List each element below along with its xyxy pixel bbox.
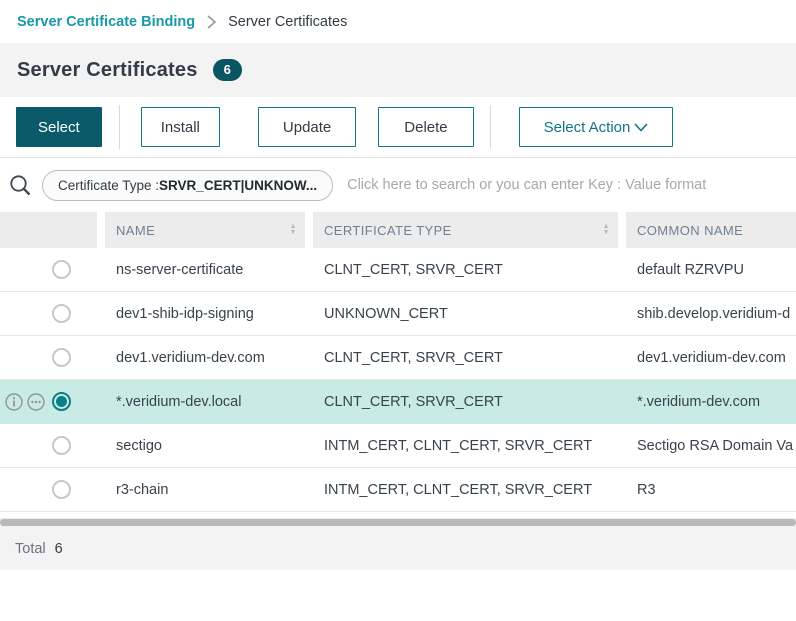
cell-common-name: *.veridium-dev.com bbox=[626, 394, 796, 410]
chevron-right-icon bbox=[206, 15, 217, 29]
table-row[interactable]: *.veridium-dev.local CLNT_CERT, SRVR_CER… bbox=[0, 380, 796, 424]
cell-name: sectigo bbox=[105, 438, 305, 454]
row-select-cell bbox=[0, 248, 97, 292]
select-action-label: Select Action bbox=[544, 119, 631, 136]
cell-name: ns-server-certificate bbox=[105, 262, 305, 278]
count-badge: 6 bbox=[213, 59, 242, 81]
table-row[interactable]: dev1.veridium-dev.com CLNT_CERT, SRVR_CE… bbox=[0, 336, 796, 380]
table-row[interactable]: sectigo INTM_CERT, CLNT_CERT, SRVR_CERT … bbox=[0, 424, 796, 468]
cell-certificate-type: CLNT_CERT, SRVR_CERT bbox=[313, 350, 618, 366]
page-title: Server Certificates bbox=[17, 59, 198, 82]
cell-name: *.veridium-dev.local bbox=[105, 394, 305, 410]
toolbar-divider bbox=[490, 105, 491, 149]
row-select-cell bbox=[0, 468, 97, 512]
title-band: Server Certificates 6 bbox=[0, 43, 796, 97]
cell-common-name: shib.develop.veridium-d bbox=[626, 306, 796, 322]
cell-common-name: R3 bbox=[626, 482, 796, 498]
cell-common-name: dev1.veridium-dev.com bbox=[626, 350, 796, 366]
cell-certificate-type: INTM_CERT, CLNT_CERT, SRVR_CERT bbox=[313, 482, 618, 498]
column-header-name[interactable]: NAME ▲▼ bbox=[105, 212, 305, 248]
cell-certificate-type: CLNT_CERT, SRVR_CERT bbox=[313, 262, 618, 278]
filter-chip-value: SRVR_CERT|UNKNOW... bbox=[159, 178, 317, 193]
search-bar: Certificate Type : SRVR_CERT|UNKNOW... bbox=[0, 158, 796, 212]
select-action-dropdown[interactable]: Select Action bbox=[519, 107, 674, 147]
row-select-cell bbox=[0, 336, 97, 380]
row-select-cell bbox=[0, 292, 97, 336]
table-row[interactable]: r3-chain INTM_CERT, CLNT_CERT, SRVR_CERT… bbox=[0, 468, 796, 512]
breadcrumb-current: Server Certificates bbox=[228, 14, 347, 30]
chevron-down-icon bbox=[634, 123, 648, 132]
toolbar: Select Install Update Delete Select Acti… bbox=[0, 97, 796, 158]
cell-name: dev1.veridium-dev.com bbox=[105, 350, 305, 366]
cell-name: r3-chain bbox=[105, 482, 305, 498]
table-body: ns-server-certificate CLNT_CERT, SRVR_CE… bbox=[0, 248, 796, 512]
column-header-name-label: NAME bbox=[116, 223, 290, 238]
row-select-cell bbox=[0, 424, 97, 468]
table-header: NAME ▲▼ CERTIFICATE TYPE ▲▼ COMMON NAME bbox=[0, 212, 796, 248]
install-button[interactable]: Install bbox=[141, 107, 220, 147]
ellipsis-menu-icon[interactable] bbox=[27, 393, 45, 415]
row-radio[interactable] bbox=[52, 480, 71, 499]
row-radio[interactable] bbox=[52, 304, 71, 323]
column-header-select bbox=[0, 212, 97, 248]
total-value: 6 bbox=[55, 541, 63, 557]
column-header-common-name[interactable]: COMMON NAME bbox=[626, 212, 796, 248]
search-icon bbox=[8, 173, 33, 198]
cell-name: dev1-shib-idp-signing bbox=[105, 306, 305, 322]
toolbar-divider bbox=[119, 105, 120, 149]
row-radio[interactable] bbox=[52, 348, 71, 367]
cell-certificate-type: UNKNOWN_CERT bbox=[313, 306, 618, 322]
filter-chip-label: Certificate Type : bbox=[58, 178, 159, 193]
filter-chip[interactable]: Certificate Type : SRVR_CERT|UNKNOW... bbox=[42, 170, 333, 201]
scrollbar-thumb[interactable] bbox=[0, 519, 796, 526]
total-label: Total bbox=[15, 541, 46, 557]
row-radio[interactable] bbox=[52, 436, 71, 455]
search-input[interactable] bbox=[347, 177, 796, 193]
cell-common-name: Sectigo RSA Domain Va bbox=[626, 438, 796, 454]
breadcrumb: Server Certificate Binding Server Certif… bbox=[0, 0, 796, 43]
horizontal-scrollbar[interactable] bbox=[0, 518, 796, 527]
row-radio[interactable] bbox=[52, 392, 71, 411]
table-footer: Total 6 bbox=[0, 527, 796, 570]
table-row[interactable]: ns-server-certificate CLNT_CERT, SRVR_CE… bbox=[0, 248, 796, 292]
cell-common-name: default RZRVPU bbox=[626, 262, 796, 278]
cell-certificate-type: CLNT_CERT, SRVR_CERT bbox=[313, 394, 618, 410]
cell-certificate-type: INTM_CERT, CLNT_CERT, SRVR_CERT bbox=[313, 438, 618, 454]
column-header-common-name-label: COMMON NAME bbox=[637, 223, 796, 238]
update-button[interactable]: Update bbox=[258, 107, 356, 147]
column-header-certificate-type[interactable]: CERTIFICATE TYPE ▲▼ bbox=[313, 212, 618, 248]
server-certificates-page: Server Certificate Binding Server Certif… bbox=[0, 0, 796, 621]
delete-button[interactable]: Delete bbox=[378, 107, 473, 147]
sort-icon[interactable]: ▲▼ bbox=[603, 224, 610, 236]
table-row[interactable]: dev1-shib-idp-signing UNKNOWN_CERT shib.… bbox=[0, 292, 796, 336]
row-select-cell bbox=[0, 380, 97, 424]
breadcrumb-link[interactable]: Server Certificate Binding bbox=[17, 14, 195, 30]
select-button[interactable]: Select bbox=[16, 107, 102, 147]
sort-icon[interactable]: ▲▼ bbox=[290, 224, 297, 236]
row-radio[interactable] bbox=[52, 260, 71, 279]
info-icon[interactable] bbox=[5, 393, 23, 415]
column-header-certificate-type-label: CERTIFICATE TYPE bbox=[324, 223, 603, 238]
